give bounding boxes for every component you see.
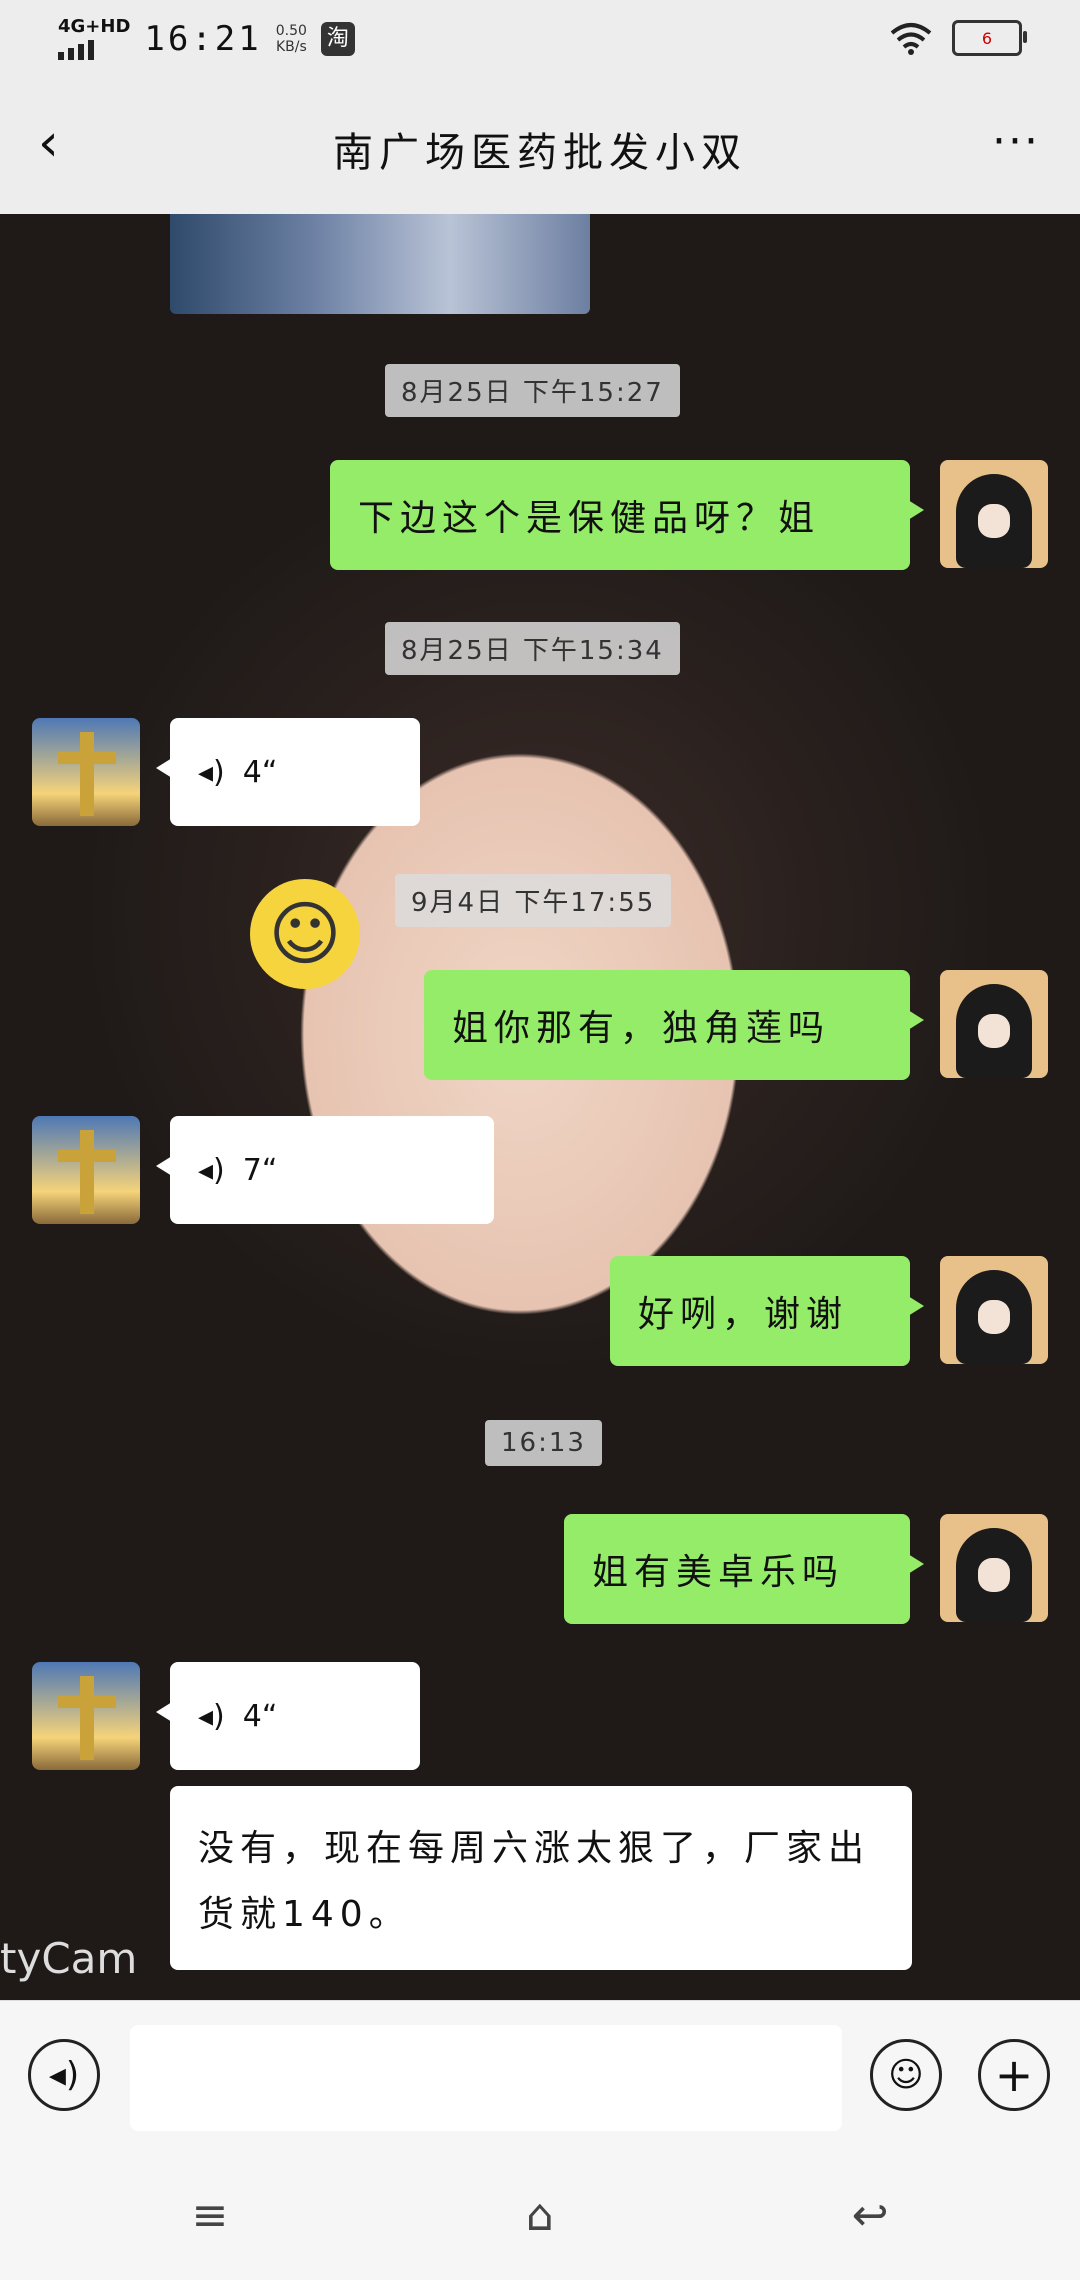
my-avatar[interactable]: [940, 970, 1048, 1078]
home-icon: ⌂: [526, 2189, 554, 2241]
voice-wave-icon: ◂): [198, 754, 225, 790]
chat-header: ‹ 南广场医药批发小双 ···: [0, 80, 1080, 214]
contact-avatar[interactable]: [32, 1116, 140, 1224]
message-bubble-sent[interactable]: 姐有美卓乐吗: [564, 1514, 924, 1624]
message-bubble-sent[interactable]: 下边这个是保健品呀？姐: [330, 460, 924, 570]
contact-avatar[interactable]: [32, 1662, 140, 1770]
timestamp: 8月25日 下午15:27: [385, 364, 680, 417]
chat-area[interactable]: ☺ 8月25日 下午15:27 下边这个是保健品呀？姐 8月25日 下午15:3…: [0, 214, 1080, 2000]
voice-wave-icon: ◂): [198, 1698, 225, 1734]
network-speed: 0.50 KB/s: [276, 23, 307, 55]
message-bubble-sent[interactable]: 好咧，谢谢: [610, 1256, 924, 1366]
menu-nav-button[interactable]: ≡: [170, 2189, 250, 2241]
battery-level: 6: [981, 28, 993, 48]
voice-icon: ◂): [48, 2055, 80, 2095]
network-speed-value: 0.50: [275, 23, 307, 39]
voice-message[interactable]: ◂) 4“: [156, 718, 420, 826]
back-icon: ↩: [851, 2189, 889, 2241]
my-avatar[interactable]: [940, 1514, 1048, 1622]
my-avatar[interactable]: [940, 1256, 1048, 1364]
emoji-icon: ☺: [888, 2055, 924, 2095]
voice-input-button[interactable]: ◂): [28, 2039, 100, 2111]
timestamp: 8月25日 下午15:34: [385, 622, 680, 675]
voice-duration: 4“: [242, 754, 278, 790]
message-input[interactable]: [130, 2025, 842, 2131]
signal-icon: [58, 38, 130, 60]
more-options-button[interactable]: ···: [992, 116, 1040, 167]
timestamp: 16:13: [485, 1420, 602, 1466]
plus-icon: +: [994, 2048, 1034, 2102]
wallpaper-watermark: tyCam: [0, 1934, 138, 1983]
network-indicator: 4G+HD: [58, 18, 130, 60]
smiley-sticker: ☺: [250, 879, 360, 989]
message-bubble-sent[interactable]: 姐你那有，独角莲吗: [424, 970, 924, 1080]
system-nav-bar: ≡ ⌂ ↩: [0, 2150, 1080, 2280]
voice-message[interactable]: ◂) 7“: [156, 1116, 494, 1224]
voice-wave-icon: ◂): [198, 1152, 225, 1188]
network-speed-unit: KB/s: [275, 39, 307, 55]
my-avatar[interactable]: [940, 460, 1048, 568]
wifi-icon: [890, 23, 932, 55]
menu-icon: ≡: [191, 2189, 229, 2241]
emoji-button[interactable]: ☺: [870, 2039, 942, 2111]
taobao-notification-icon: 淘: [320, 22, 355, 56]
battery-icon: 6: [952, 20, 1027, 56]
image-message[interactable]: [170, 214, 590, 314]
back-nav-button[interactable]: ↩: [830, 2189, 910, 2241]
voice-duration: 4“: [242, 1698, 278, 1734]
clock: 16:21: [144, 19, 262, 59]
home-nav-button[interactable]: ⌂: [500, 2189, 580, 2241]
chat-title: 南广场医药批发小双: [333, 130, 747, 176]
network-type: 4G+HD: [58, 16, 131, 37]
contact-avatar[interactable]: [32, 718, 140, 826]
voice-message[interactable]: ◂) 4“: [156, 1662, 420, 1770]
more-actions-button[interactable]: +: [978, 2039, 1050, 2111]
input-bar: ◂) ☺ +: [0, 2000, 1080, 2151]
timestamp: 9月4日 下午17:55: [395, 874, 672, 927]
status-bar: 4G+HD 16:21 0.50 KB/s 淘 6: [0, 0, 1080, 80]
voice-duration: 7“: [242, 1152, 278, 1188]
message-bubble-received[interactable]: 没有，现在每周六涨太狠了，厂家出货就140。: [170, 1786, 912, 1970]
